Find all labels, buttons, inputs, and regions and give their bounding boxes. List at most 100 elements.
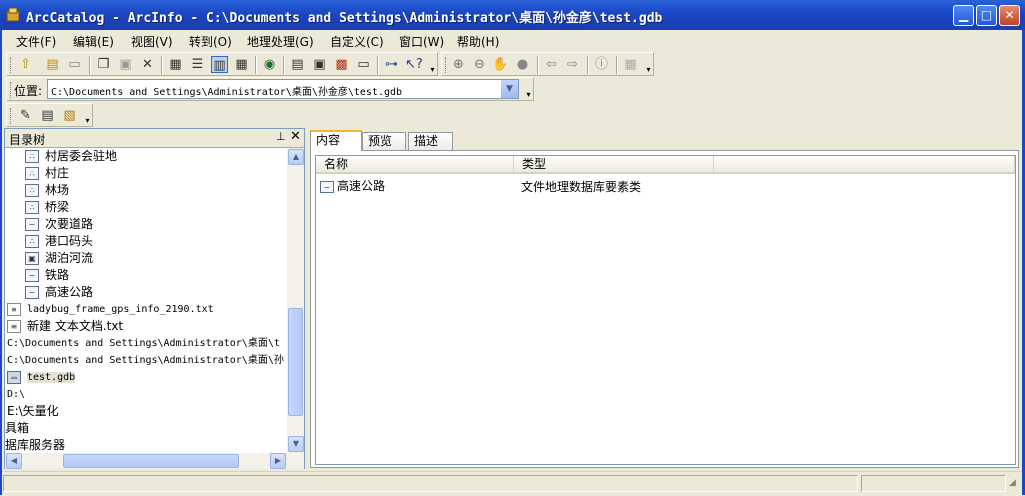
column-header-name[interactable]: 名称 [316, 156, 514, 174]
window-title: ArcCatalog - ArcInfo - C:\Documents and … [26, 11, 663, 26]
catalog-tree: ∴ 村居委会驻地 ∴ 村庄 ∴ 林场 ∴ 桥梁 ~ 次要道路 ∴ 港口码头 ▣ 湖泊河流 ~ 铁… [5, 148, 286, 453]
contents-list: 名称 类型 ~ 高速公路 文件地理数据库要素类 [315, 155, 1016, 465]
tab-description[interactable]: 描述 [408, 132, 453, 150]
toolbar-grip[interactable] [445, 57, 449, 73]
location-value[interactable]: C:\Documents and Settings\Administrator\… [51, 83, 402, 98]
tree-item[interactable]: ~ 高速公路 [25, 284, 93, 301]
tree-item[interactable]: ~ 次要道路 [25, 216, 93, 233]
modelbuilder-icon[interactable]: ⊶ [383, 56, 400, 73]
export-metadata-icon[interactable]: ▧ [61, 107, 78, 124]
tab-preview[interactable]: 预览 [362, 132, 406, 150]
window-border-left [0, 30, 2, 495]
tree-item[interactable]: ∴ 港口码头 [25, 233, 93, 250]
menu-window[interactable]: 窗口(W) [399, 33, 444, 50]
back-arrow-icon[interactable]: ⇦ [543, 56, 560, 73]
tree-item[interactable]: 具箱 [5, 420, 29, 437]
close-icon[interactable]: ✕ [290, 129, 301, 144]
catalog-tree-pane: 目录树 ⊥ ✕ ∴ 村居委会驻地 ∴ 村庄 ∴ 林场 ∴ 桥梁 ~ 次要道路 ∴ 港口码头 … [4, 128, 305, 469]
close-button[interactable]: ✕ [999, 5, 1020, 26]
toolbar-grip[interactable] [10, 57, 14, 73]
edit-metadata-icon[interactable]: ✎ [17, 107, 34, 124]
arctoolbox-icon[interactable]: ▩ [333, 56, 350, 73]
close-icon: ✕ [1004, 8, 1015, 22]
pin-icon[interactable]: ⊥ [276, 130, 286, 143]
tab-contents[interactable]: 内容 [310, 130, 362, 151]
pan-icon[interactable]: ✋ [492, 56, 509, 73]
catalog-tree-header[interactable]: 目录树 ⊥ ✕ [5, 129, 304, 148]
menu-geoprocessing[interactable]: 地理处理(G) [247, 33, 314, 50]
tree-item[interactable]: C:\Documents and Settings\Administrator\… [7, 335, 280, 352]
tree-item[interactable]: ≡ 新建 文本文档.txt [7, 318, 123, 335]
row-name-cell[interactable]: ~ 高速公路 [320, 177, 385, 194]
scroll-right-button[interactable]: ▶ [270, 453, 286, 469]
tree-item[interactable]: 据库服务器 [5, 437, 65, 453]
import-metadata-icon[interactable]: ▤ [39, 107, 56, 124]
metadata-toolbar-row: ✎ ▤ ▧ ▾ [0, 103, 1025, 129]
catalog-window-icon[interactable]: ▤ [289, 56, 306, 73]
connect-folder-icon[interactable]: ▤ [44, 56, 61, 73]
scroll-left-button[interactable]: ◀ [6, 453, 22, 469]
thumbnails-view-icon[interactable]: ▦ [233, 56, 250, 73]
arccatalog-window: ArcCatalog - ArcInfo - C:\Documents and … [0, 0, 1025, 496]
whats-this-icon[interactable]: ↖? [405, 56, 423, 73]
vertical-scroll-thumb[interactable] [288, 308, 303, 416]
toolbar-options-icon[interactable]: ▾ [83, 116, 92, 125]
tree-item-selected[interactable]: ▭ test.gdb [7, 369, 76, 386]
disconnect-folder-icon[interactable]: ▭ [66, 56, 83, 73]
column-header-type[interactable]: 类型 [514, 156, 714, 174]
paste-icon[interactable]: ▣ [117, 56, 134, 73]
tree-item[interactable]: ▣ 湖泊河流 [25, 250, 93, 267]
tree-item[interactable]: ∴ 村庄 [25, 165, 69, 182]
menu-customize[interactable]: 自定义(C) [330, 33, 384, 50]
identify-icon[interactable]: ⓘ [593, 56, 610, 73]
location-combobox[interactable]: C:\Documents and Settings\Administrator\… [47, 79, 519, 99]
menu-goto[interactable]: 转到(O) [189, 33, 232, 50]
title-bar[interactable]: ArcCatalog - ArcInfo - C:\Documents and … [0, 0, 1025, 30]
horizontal-scroll-thumb[interactable] [63, 454, 239, 468]
details-view-icon[interactable]: ▥ [211, 56, 228, 73]
maximize-button[interactable]: □ [976, 5, 997, 26]
delete-icon[interactable]: ✕ [139, 56, 156, 73]
menu-help[interactable]: 帮助(H) [457, 33, 499, 50]
zoom-out-icon[interactable]: ⊖ [471, 56, 488, 73]
text-file-icon: ≡ [7, 320, 21, 333]
tree-item[interactable]: ∴ 村居委会驻地 [25, 148, 117, 165]
search-window-icon[interactable]: ▣ [311, 56, 328, 73]
chevron-down-icon: ▼ [292, 439, 300, 448]
horizontal-scrollbar[interactable]: ◀ ▶ [5, 453, 304, 469]
up-one-level-icon[interactable]: ⇧ [17, 56, 34, 73]
scroll-up-button[interactable]: ▲ [288, 149, 304, 165]
list-view-icon[interactable]: ☰ [189, 56, 206, 73]
location-dropdown-button[interactable]: ▼ [500, 80, 518, 98]
tree-item[interactable]: ~ 铁路 [25, 267, 69, 284]
launch-arcmap-icon[interactable]: ◉ [261, 56, 278, 73]
resize-grip-icon[interactable]: ◢ [1009, 478, 1016, 488]
chevron-left-icon: ◀ [10, 456, 18, 465]
toolbar-options-icon[interactable]: ▾ [428, 65, 437, 74]
create-thumbnail-icon[interactable]: ▦ [622, 56, 639, 73]
copy-icon[interactable]: ❐ [95, 56, 112, 73]
toolbar-options-icon[interactable]: ▾ [644, 65, 653, 74]
toolbar-options-icon[interactable]: ▾ [524, 90, 533, 99]
tree-item[interactable]: D:\ [7, 386, 25, 403]
menu-edit[interactable]: 编辑(E) [73, 33, 114, 50]
tree-item[interactable]: ≡ ladybug_frame_gps_info_2190.txt [7, 301, 214, 318]
toolbar-grip[interactable] [10, 108, 14, 124]
menu-file[interactable]: 文件(F) [16, 33, 56, 50]
large-icons-view-icon[interactable]: ▦ [167, 56, 184, 73]
forward-arrow-icon[interactable]: ⇨ [564, 56, 581, 73]
zoom-in-icon[interactable]: ⊕ [450, 56, 467, 73]
tree-item[interactable]: E:\矢量化 [7, 403, 59, 420]
toolbar-separator [616, 56, 618, 74]
python-window-icon[interactable]: ▭ [355, 56, 372, 73]
full-extent-icon[interactable]: ● [514, 56, 531, 73]
menu-view[interactable]: 视图(V) [131, 33, 173, 50]
toolbar-separator [255, 56, 257, 74]
tree-item[interactable]: C:\Documents and Settings\Administrator\… [7, 352, 284, 369]
tree-item[interactable]: ∴ 桥梁 [25, 199, 69, 216]
minimize-button[interactable]: ▁ [953, 5, 974, 26]
scroll-down-button[interactable]: ▼ [288, 436, 304, 452]
vertical-scrollbar[interactable]: ▲ ▼ [287, 148, 304, 453]
line-feature-icon: ~ [25, 286, 39, 299]
tree-item[interactable]: ∴ 林场 [25, 182, 69, 199]
